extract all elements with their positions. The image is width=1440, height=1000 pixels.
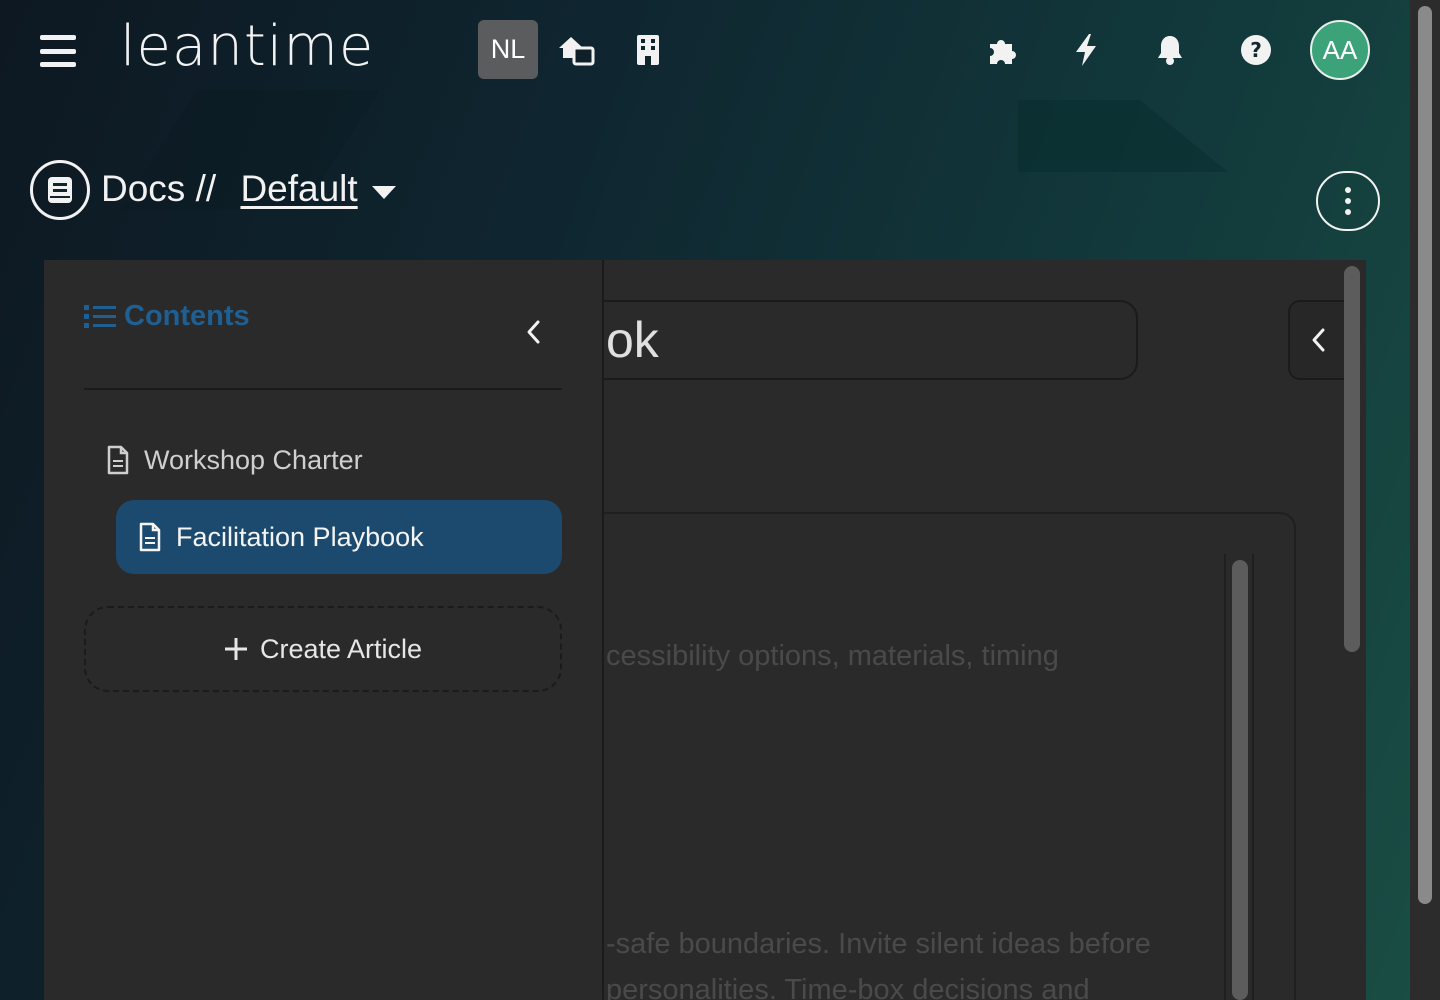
board-selector-link[interactable]: Default [240,168,357,209]
contents-sidebar: Contents Workshop Charter Facilitation P… [44,260,604,1000]
article-body-line: personalities. Time-box decisions and [606,974,1090,1000]
article-body-line: cessibility options, materials, timing [606,640,1059,672]
docs-main-panel: ok cessibility options, materials, timin… [44,260,1366,1000]
page-title: Docs // Default [101,168,358,210]
docs-book-icon [30,160,90,220]
collapse-sidebar-button[interactable] [518,314,548,350]
leantime-logo[interactable]: leantime [120,14,374,79]
sidebar-item-label: Workshop Charter [144,444,363,475]
bolt-icon[interactable] [1066,30,1106,70]
plus-icon [224,638,247,660]
article-title-text: ok [606,312,659,368]
building-icon[interactable] [628,30,668,70]
expand-details-button[interactable] [1288,300,1348,380]
user-avatar[interactable]: AA [1310,20,1370,80]
section-name: Docs [101,168,186,209]
editor-scrollbar[interactable] [1232,560,1248,1000]
document-icon [107,445,129,475]
title-separator: // [195,168,217,209]
list-icon [84,304,116,328]
svg-text:?: ? [1250,38,1262,62]
article-body-line: -safe boundaries. Invite silent ideas be… [606,928,1151,960]
create-article-label: Create Article [259,633,423,664]
window-scrollbar[interactable] [1418,6,1432,904]
home-switch-icon[interactable] [556,30,596,70]
help-icon[interactable]: ? [1236,30,1276,70]
workspace-badge[interactable]: NL [478,20,538,79]
sidebar-item-label: Facilitation Playbook [176,521,424,552]
more-options-button[interactable] [1316,171,1380,231]
puzzle-icon[interactable] [982,30,1022,70]
create-article-button[interactable]: Create Article [84,606,562,692]
contents-label: Contents [124,300,250,332]
sidebar-divider [84,388,562,390]
bell-icon[interactable] [1150,30,1190,70]
panel-scrollbar[interactable] [1344,266,1360,652]
sidebar-item-facilitation-playbook[interactable]: Facilitation Playbook [116,500,562,574]
chevron-down-icon[interactable] [370,182,398,202]
background-shape [1018,100,1228,172]
article-title-input[interactable]: ok [534,300,1138,380]
article-editor[interactable] [514,512,1296,1000]
document-icon [139,522,161,552]
sidebar-item-workshop-charter[interactable]: Workshop Charter [106,440,363,480]
contents-heading: Contents [84,300,250,333]
menu-icon[interactable] [40,35,76,67]
